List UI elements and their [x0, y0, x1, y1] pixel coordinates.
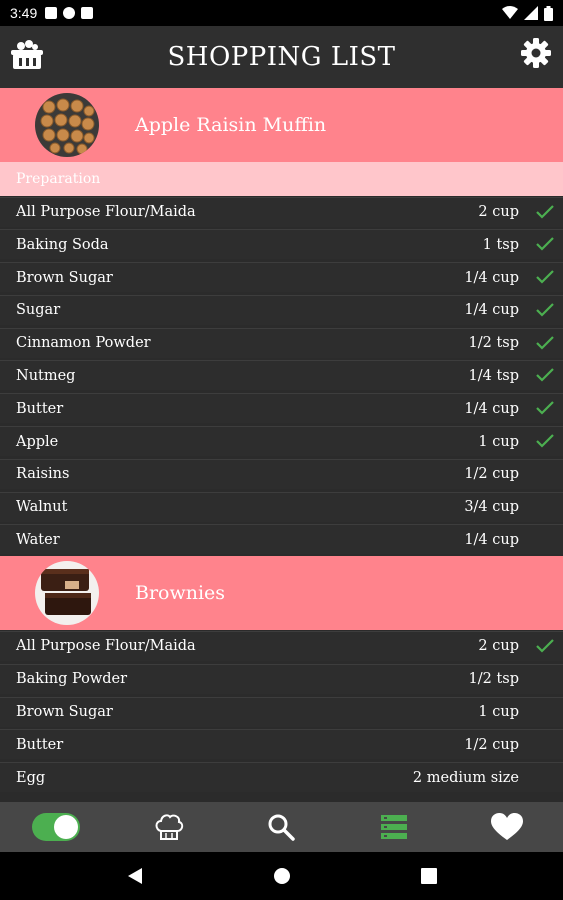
app-bar: SHOPPING LIST — [0, 26, 563, 88]
item-name: Egg — [16, 769, 46, 786]
item-name: Baking Powder — [16, 671, 128, 688]
list-item[interactable]: Apple 1 cup — [0, 426, 563, 457]
check-icon[interactable] — [535, 334, 555, 352]
item-quantity: 1/4 cup — [464, 400, 519, 417]
list-item[interactable]: Raisins 1/2 cup — [0, 458, 563, 489]
list-item[interactable]: All Purpose Flour/Maida 2 cup — [0, 196, 563, 227]
check-icon[interactable] — [535, 235, 555, 253]
item-quantity: 2 medium size — [412, 769, 519, 786]
item-quantity: 2 cup — [478, 204, 519, 220]
list-icon[interactable] — [380, 813, 408, 841]
nav-toggle[interactable] — [26, 807, 86, 847]
list-item[interactable]: Baking Soda 1 tsp — [0, 229, 563, 260]
item-name: Baking Soda — [16, 236, 109, 253]
signal-icon — [524, 6, 538, 20]
item-quantity: 1/2 cup — [464, 466, 519, 483]
recipe-title: Brownies — [135, 582, 226, 605]
item-name: Apple — [16, 433, 59, 450]
nav-recipes[interactable] — [139, 807, 199, 847]
list-item[interactable]: Egg 2 medium size — [0, 762, 563, 793]
check-icon[interactable] — [535, 366, 555, 384]
item-name: All Purpose Flour/Maida — [16, 638, 196, 655]
item-quantity: 1/4 cup — [464, 531, 519, 548]
item-name: Water — [16, 531, 60, 548]
recents-icon[interactable] — [420, 868, 437, 884]
sd-card-icon — [81, 7, 94, 19]
recipe-thumbnail — [35, 561, 99, 626]
item-name: Butter — [16, 736, 64, 753]
item-quantity: 1 cup — [478, 433, 519, 450]
item-quantity: 1/4 cup — [464, 269, 519, 286]
item-name: Brown Sugar — [16, 704, 113, 721]
shopping-list[interactable]: Apple Raisin Muffin Preparation All Purp… — [0, 88, 563, 802]
search-icon[interactable] — [267, 813, 296, 841]
bottom-nav — [0, 802, 563, 852]
recipe-header[interactable]: Apple Raisin Muffin — [0, 88, 563, 162]
check-icon[interactable] — [535, 432, 555, 450]
list-item[interactable]: Walnut 3/4 cup — [0, 491, 563, 522]
heart-icon[interactable] — [490, 813, 523, 841]
system-nav — [0, 852, 563, 900]
settings-icon[interactable] — [521, 38, 551, 68]
item-name: Walnut — [16, 499, 68, 516]
check-icon[interactable] — [535, 301, 555, 319]
list-item[interactable]: Cinnamon Powder 1/2 tsp — [0, 327, 563, 358]
section-label: Preparation — [0, 162, 563, 196]
check-icon[interactable] — [535, 399, 555, 417]
battery-icon — [544, 5, 553, 21]
check-icon[interactable] — [535, 637, 555, 655]
list-item[interactable]: Nutmeg 1/4 tsp — [0, 360, 563, 391]
item-quantity: 1/2 tsp — [468, 335, 520, 352]
list-item[interactable]: Brown Sugar 1/4 cup — [0, 262, 563, 293]
item-quantity: 1/2 tsp — [468, 671, 520, 688]
toggle-knob — [54, 815, 79, 839]
item-quantity: 3/4 cup — [464, 499, 519, 516]
item-quantity: 1/4 cup — [464, 302, 519, 319]
chef-hat-icon[interactable] — [154, 813, 184, 841]
item-name: Sugar — [16, 302, 61, 319]
list-item[interactable]: Brown Sugar 1 cup — [0, 696, 563, 727]
recipe-title: Apple Raisin Muffin — [135, 114, 327, 136]
nav-shopping-list[interactable] — [364, 807, 424, 847]
check-icon[interactable] — [535, 268, 555, 286]
item-name: All Purpose Flour/Maida — [16, 204, 196, 220]
status-time: 3:49 — [10, 5, 38, 21]
item-quantity: 1 tsp — [482, 236, 519, 253]
basket-icon[interactable] — [10, 38, 44, 72]
item-name: Brown Sugar — [16, 269, 113, 286]
nav-favorites[interactable] — [477, 807, 537, 847]
item-name: Nutmeg — [16, 367, 76, 384]
item-quantity: 1/2 cup — [464, 736, 519, 753]
recipe-header[interactable]: Brownies — [0, 556, 563, 631]
back-icon[interactable] — [127, 867, 143, 885]
item-quantity: 1 cup — [478, 704, 519, 721]
item-name: Butter — [16, 400, 64, 417]
status-bar: 3:49 — [0, 0, 563, 26]
wifi-icon — [502, 6, 518, 19]
list-item[interactable]: Water 1/4 cup — [0, 524, 563, 555]
recipe-thumbnail — [35, 93, 99, 157]
list-item[interactable]: Baking Powder 1/2 tsp — [0, 663, 563, 694]
toggle-switch[interactable] — [32, 813, 81, 841]
item-name: Raisins — [16, 466, 70, 483]
list-item[interactable]: Butter 1/4 cup — [0, 393, 563, 424]
item-name: Cinnamon Powder — [16, 335, 151, 352]
home-icon[interactable] — [273, 867, 291, 885]
notification-icon — [45, 7, 58, 19]
page-title: SHOPPING LIST — [167, 42, 396, 72]
nav-search[interactable] — [251, 807, 311, 847]
list-item[interactable]: All Purpose Flour/Maida 2 cup — [0, 630, 563, 661]
list-item[interactable]: Butter 1/2 cup — [0, 729, 563, 760]
item-quantity: 2 cup — [478, 638, 519, 655]
item-quantity: 1/4 tsp — [468, 367, 520, 384]
list-item[interactable]: Sugar 1/4 cup — [0, 294, 563, 325]
check-icon[interactable] — [535, 203, 555, 221]
notification-icon — [63, 7, 76, 19]
